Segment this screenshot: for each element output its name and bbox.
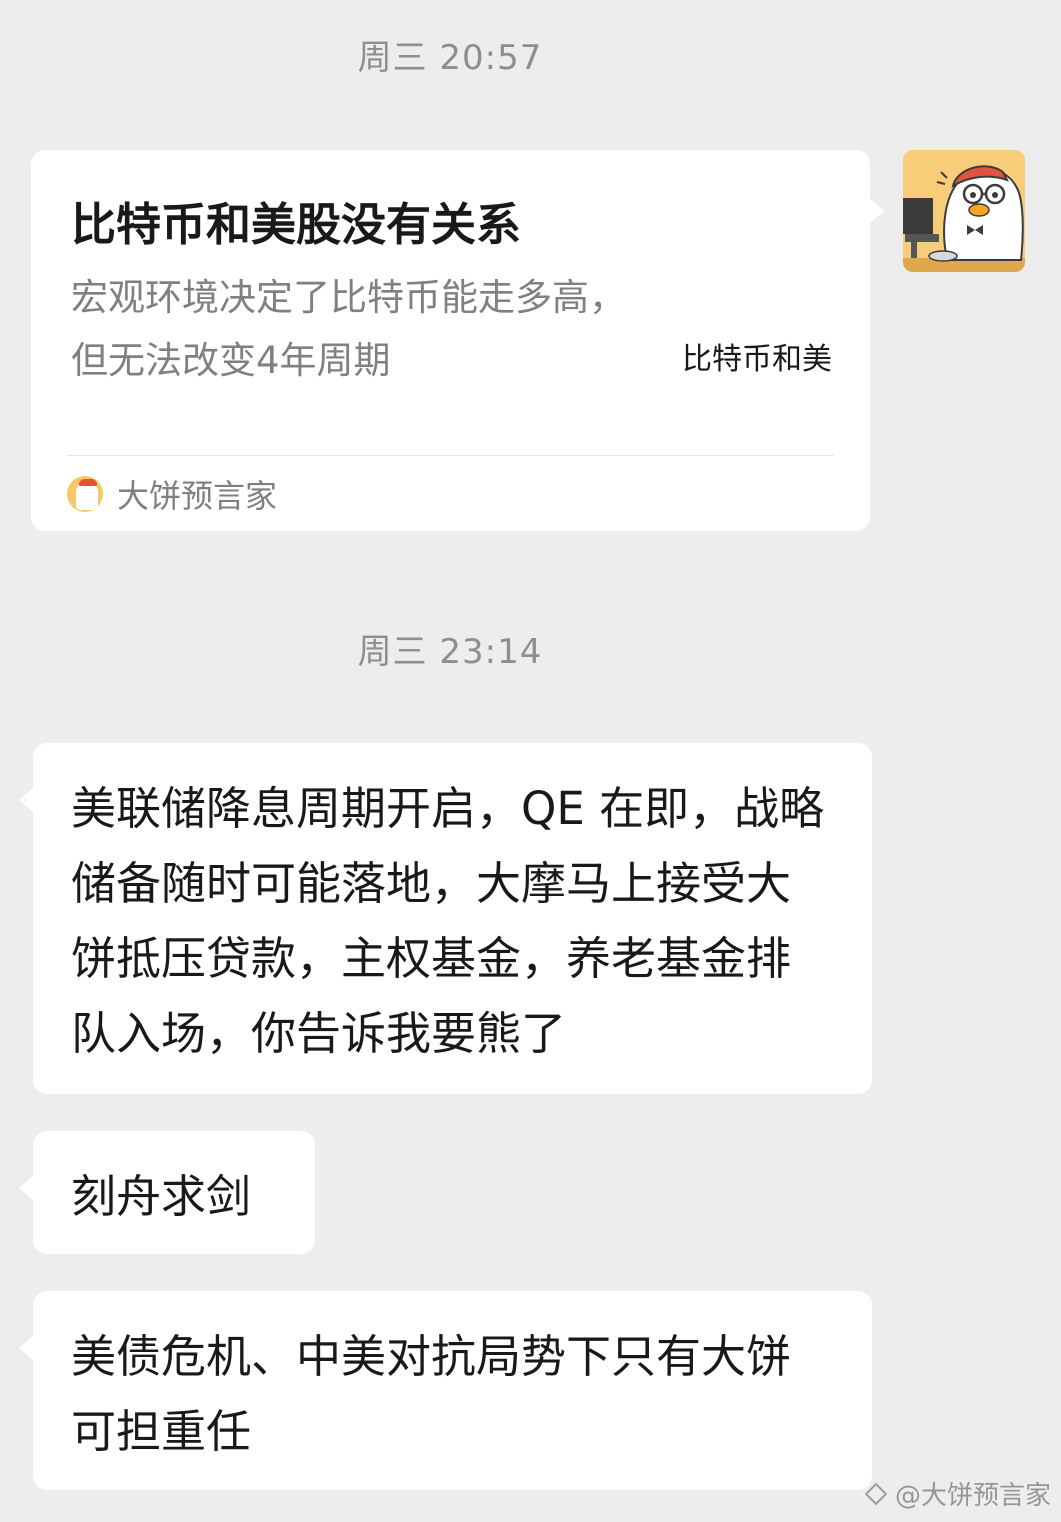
link-card-divider: [67, 455, 834, 456]
message-bubble-3[interactable]: 美债危机、中美对抗局势下只有大饼可担重任: [19, 1291, 872, 1490]
message-text: 刻舟求剑: [71, 1170, 252, 1223]
link-card-thumbnail: 比特币和美: [682, 342, 832, 377]
bubble-tail: [19, 1335, 34, 1361]
bubble-tail: [869, 198, 884, 224]
message-text: 美债危机、中美对抗局势下只有大饼可担重任: [71, 1330, 792, 1458]
message-bubble-2[interactable]: 刻舟求剑: [19, 1131, 315, 1254]
duck-mascot-avatar: [903, 150, 1025, 272]
bubble-tail: [19, 1175, 34, 1201]
link-card-description: 宏观环境决定了比特币能走多高，但无法改变4年周期: [71, 276, 626, 382]
link-card-source-name: 大饼预言家: [117, 477, 278, 515]
message-bubble-1[interactable]: 美联储降息周期开启，QE 在即，战略储备随时可能落地，大摩马上接受大饼抵压贷款，…: [19, 743, 872, 1094]
watermark: @大饼预言家: [863, 1475, 1051, 1512]
diamond-logo-icon: [863, 1481, 889, 1507]
bubble-tail: [19, 787, 34, 813]
link-card-title: 比特币和美股没有关系: [71, 198, 522, 251]
message-text: 美联储降息周期开启，QE 在即，战略储备随时可能落地，大摩马上接受大饼抵压贷款，…: [71, 782, 825, 1060]
sender-avatar[interactable]: [903, 150, 1025, 272]
duck-mascot-icon: [67, 476, 103, 512]
timestamp-1: 周三 20:57: [357, 38, 543, 78]
link-card-source: 大饼预言家: [67, 472, 277, 516]
link-card-message[interactable]: 比特币和美股没有关系 宏观环境决定了比特币能走多高，但无法改变4年周期 比特币和…: [31, 150, 884, 531]
timestamp-2: 周三 23:14: [357, 632, 543, 672]
watermark-text: @大饼预言家: [894, 1481, 1051, 1511]
